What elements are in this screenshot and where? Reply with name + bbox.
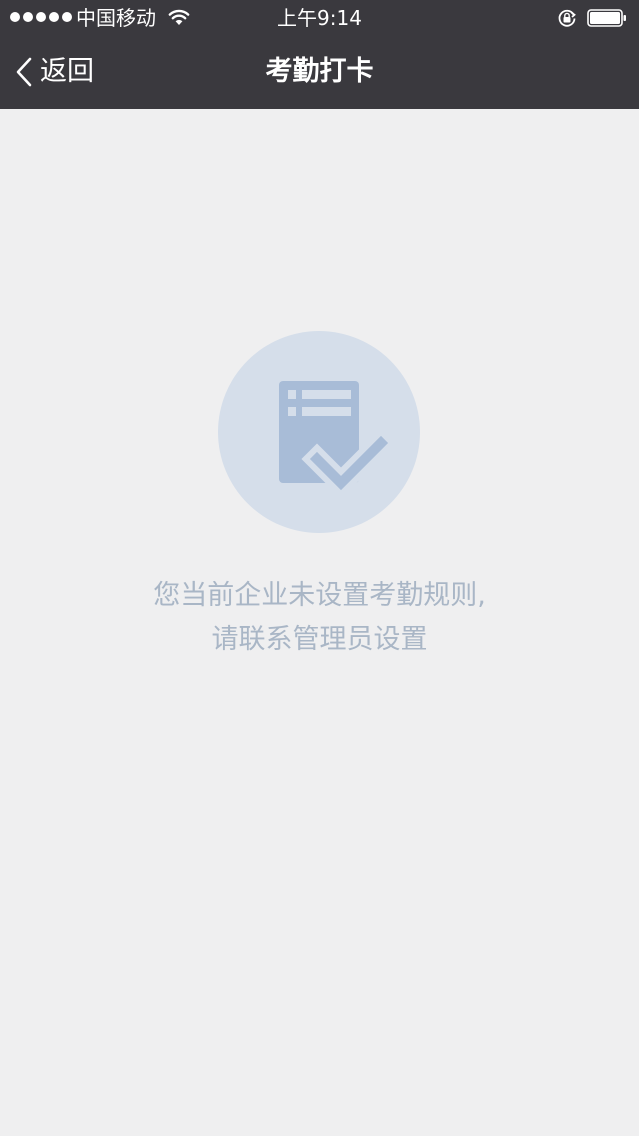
checklist-document-icon xyxy=(218,331,420,533)
status-bar: 中国移动 上午9:14 xyxy=(0,0,639,36)
battery-icon xyxy=(587,9,626,27)
navigation-bar: 返回 考勤打卡 xyxy=(0,36,639,109)
status-time: 上午9:14 xyxy=(277,6,362,30)
empty-state-message-line2: 请联系管理员设置 xyxy=(211,624,428,655)
top-bar: 中国移动 上午9:14 返回 考勤打卡 xyxy=(0,0,639,109)
empty-state-message-line1: 您当前企业未设置考勤规则, xyxy=(153,580,486,611)
empty-state-message: 您当前企业未设置考勤规则, 请联系管理员设置 xyxy=(0,574,639,662)
page-title: 考勤打卡 xyxy=(265,56,374,87)
orientation-lock-icon xyxy=(558,9,576,27)
